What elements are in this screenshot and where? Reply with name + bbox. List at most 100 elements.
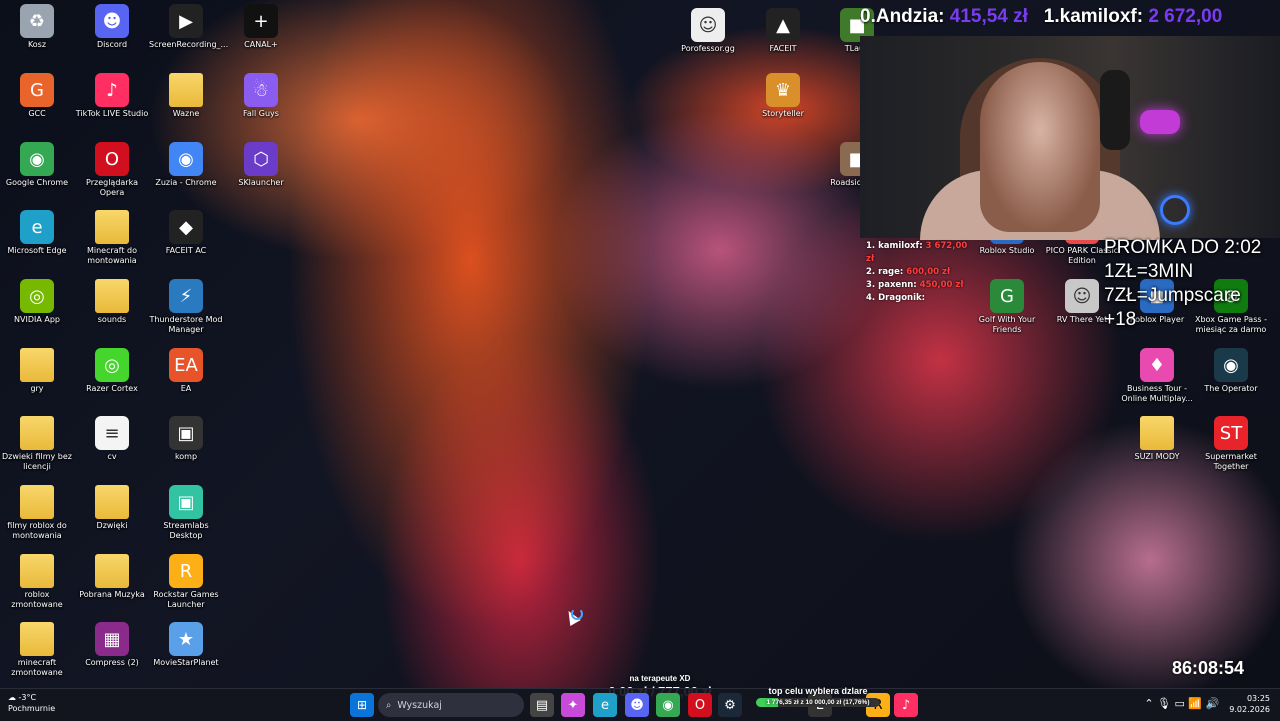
desktop-icon[interactable]: SUZI MODY <box>1120 416 1194 462</box>
ring-light-icon <box>1160 195 1190 225</box>
moviestarplanet-icon: ★ <box>169 622 203 656</box>
file-explorer-icon[interactable]: ▤ <box>530 693 554 717</box>
chrome-icon: ◉ <box>20 142 54 176</box>
desktop-icon-label: TikTok LIVE Studio <box>75 109 149 118</box>
clock-time[interactable]: 03:25 <box>1247 694 1270 703</box>
desktop-icon[interactable]: Wazne <box>149 73 223 119</box>
desktop-icon[interactable]: ▦ Compress (2) <box>75 622 149 668</box>
promo-line: 1ZŁ=3MIN <box>1104 261 1194 282</box>
desktop-icon[interactable]: ⚡ Thunderstore Mod Manager <box>149 279 223 335</box>
desktop-icon-label: Microsoft Edge <box>7 246 67 255</box>
desktop-icon-label: Wazne <box>172 109 200 118</box>
desktop-icon[interactable]: Pobrana Muzyka <box>75 554 149 600</box>
desktop-icon-label: sounds <box>97 315 127 324</box>
folder-icon <box>95 279 129 313</box>
desktop-icon-label: Supermarket Together <box>1205 452 1257 471</box>
windows-start-icon[interactable]: ⊞ <box>350 693 374 717</box>
desktop-icon[interactable]: e Microsoft Edge <box>0 210 74 256</box>
desktop-icon[interactable]: ♪ TikTok LIVE Studio <box>75 73 149 119</box>
desktop-icon[interactable]: ☺ Porofessor.gg <box>671 8 745 54</box>
desktop-icon[interactable]: ♛ Storyteller <box>746 73 820 119</box>
desktop-icon[interactable]: G GCC <box>0 73 74 119</box>
opera-icon[interactable]: O <box>688 693 712 717</box>
gcc-icon: G <box>20 73 54 107</box>
leaderboard-row: 3. paxenn: 450,00 zł <box>866 280 964 290</box>
desktop-icon[interactable]: ⬡ SKlauncher <box>224 142 298 188</box>
desktop-icon-label: Business Tour - Online Multiplay... <box>1121 384 1193 403</box>
folder-icon <box>20 622 54 656</box>
rockstar-icon: R <box>169 554 203 588</box>
folder-icon <box>95 554 129 588</box>
desktop-icon[interactable]: ♻ Kosz <box>0 4 74 50</box>
opera-icon: O <box>95 142 129 176</box>
tiktok-icon: ♪ <box>95 73 129 107</box>
subathon-timer: 86:08:54 <box>1172 658 1245 678</box>
folder-icon <box>20 348 54 382</box>
desktop-icon[interactable]: + CANAL+ <box>224 4 298 50</box>
clock-date[interactable]: 9.02.2026 <box>1229 705 1270 714</box>
desktop-icon[interactable]: minecraft zmontowane <box>0 622 74 678</box>
video-file-icon: ▶ <box>169 4 203 38</box>
desktop-icon[interactable]: EA EA <box>149 348 223 394</box>
desktop-icon[interactable]: ▣ Streamlabs Desktop <box>149 485 223 541</box>
desktop-icon-label: Dzwięki <box>96 521 128 530</box>
desktop-icon[interactable]: ☃ Fall Guys <box>224 73 298 119</box>
tray-icons[interactable]: ⌃ 🎙 ▭ 📶 🔊 <box>1144 693 1219 715</box>
desktop-icon[interactable]: G Golf With Your Friends <box>970 279 1044 335</box>
desktop-icon[interactable]: filmy roblox do montowania <box>0 485 74 541</box>
desktop-icon[interactable]: ST Supermarket Together <box>1194 416 1268 472</box>
desktop-icon-label: SUZI MODY <box>1134 452 1180 461</box>
chrome-icon: ◉ <box>169 142 203 176</box>
desktop-icon-label: FACEIT AC <box>165 246 207 255</box>
desktop-icon[interactable]: R Rockstar Games Launcher <box>149 554 223 610</box>
desktop-icon[interactable]: gry <box>0 348 74 394</box>
desktop-icon[interactable]: roblox zmontowane <box>0 554 74 610</box>
desktop-icon[interactable]: O Przeglądarka Opera <box>75 142 149 198</box>
desktop-icon-label: The Operator <box>1204 384 1258 393</box>
desktop-icon-label: NVIDIA App <box>14 315 60 324</box>
desktop-icon[interactable]: ◆ FACEIT AC <box>149 210 223 256</box>
desktop-icon-label: SKlauncher <box>238 178 284 187</box>
tiktok-icon[interactable]: ♪ <box>894 693 918 717</box>
desktop-icon[interactable]: ◎ Razer Cortex <box>75 348 149 394</box>
edge-icon[interactable]: e <box>593 693 617 717</box>
desktop-icon-label: Roblox Studio <box>979 246 1035 255</box>
desktop-icon[interactable]: ♦ Business Tour - Online Multiplay... <box>1120 348 1194 404</box>
desktop-icon-label: GCC <box>28 109 46 118</box>
desktop-icon[interactable]: sounds <box>75 279 149 325</box>
golf-icon: G <box>990 279 1024 313</box>
copilot-icon[interactable]: ✦ <box>561 693 585 717</box>
desktop-icon[interactable]: ▲ FACEIT <box>746 8 820 54</box>
leaderboard-row: 1. kamiloxf: 3 672,00 zł <box>866 241 968 264</box>
desktop-icon-label: Kosz <box>27 40 47 49</box>
desktop-icon[interactable]: ▶ ScreenRecording_... <box>149 4 228 50</box>
desktop-icon[interactable]: ◉ The Operator <box>1194 348 1268 394</box>
neon-light-icon <box>1140 110 1180 134</box>
search-box[interactable]: ⌕ Wyszukaj <box>378 693 524 717</box>
folder-icon <box>20 485 54 519</box>
goal-title: na terapeute XD <box>629 674 691 683</box>
discord-icon[interactable]: ☻ <box>625 693 649 717</box>
desktop-icon[interactable]: ◉ Google Chrome <box>0 142 74 188</box>
canal-plus-icon: + <box>244 4 278 38</box>
desktop-icon[interactable]: Dzwieki filmy bez licencji <box>0 416 74 472</box>
desktop-icon[interactable]: ☻ Discord <box>75 4 149 50</box>
faceit-icon: ▲ <box>766 8 800 42</box>
steam-icon[interactable]: ⚙ <box>718 693 742 717</box>
weather-temp: -3°C <box>18 693 37 702</box>
folder-icon <box>95 485 129 519</box>
promo-overlay: PROMKA DO 2:02 1ZŁ=3MIN 7ZŁ=Jumpscare +1… <box>1104 236 1261 332</box>
desktop-icon[interactable]: ≡ cv <box>75 416 149 462</box>
promo-line: +18 <box>1104 309 1137 330</box>
weather-widget[interactable]: ☁ -3°C Pochmurnie <box>8 692 55 714</box>
desktop-icon[interactable]: Dzwięki <box>75 485 149 531</box>
desktop-icon[interactable]: ◎ NVIDIA App <box>0 279 74 325</box>
desktop-icon[interactable]: Minecraft do montowania <box>75 210 149 266</box>
desktop-icon[interactable]: ▣ komp <box>149 416 223 462</box>
taskbar: ☁ -3°C Pochmurnie ⊞ ⌕ Wyszukaj ▤ ✦ e ☻ ◉… <box>0 688 1280 721</box>
desktop-icon[interactable]: ◉ Zuzia - Chrome <box>149 142 223 188</box>
chrome-icon[interactable]: ◉ <box>656 693 680 717</box>
desktop-icon[interactable]: ★ MovieStarPlanet <box>149 622 223 668</box>
fall-guys-icon: ☃ <box>244 73 278 107</box>
desktop-icon-label: FACEIT <box>769 44 797 53</box>
